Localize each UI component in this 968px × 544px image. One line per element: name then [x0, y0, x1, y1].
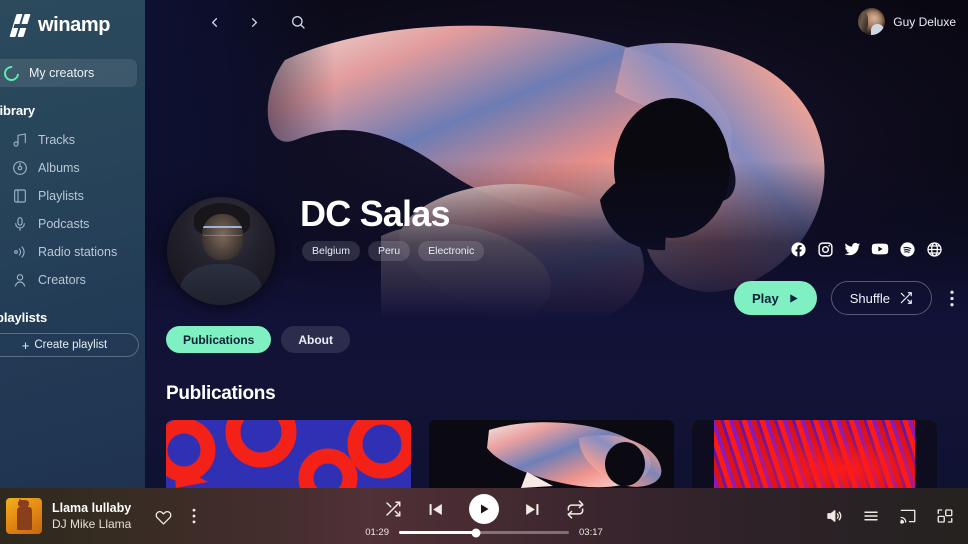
- disc-icon: [12, 160, 28, 176]
- previous-track-icon[interactable]: [426, 500, 445, 519]
- shuffle-icon: [900, 292, 912, 304]
- publication-card[interactable]: [429, 420, 674, 488]
- card-right-mask: [915, 420, 937, 488]
- publications-section: Publications About Publications: [145, 320, 968, 488]
- search-icon[interactable]: [285, 9, 311, 35]
- profile-tabs: Publications About: [166, 326, 350, 353]
- publication-card-artwork: [166, 420, 411, 488]
- progress-knob[interactable]: [471, 528, 480, 537]
- sidebar-heading-library: library: [0, 103, 36, 118]
- kebab-menu-icon[interactable]: [192, 508, 196, 524]
- left-sidebar: winamp My creators library Tracks Albums…: [0, 0, 145, 488]
- shuffle-button[interactable]: Shuffle: [830, 281, 932, 315]
- website-globe-icon[interactable]: [926, 241, 943, 258]
- sidebar-item-albums[interactable]: Albums: [0, 154, 145, 182]
- play-pause-button[interactable]: [468, 494, 499, 524]
- sidebar-item-tracks[interactable]: Tracks: [0, 126, 145, 154]
- sidebar-item-label: Albums: [38, 161, 80, 175]
- create-playlist-label: Create playlist: [34, 339, 108, 351]
- progress-fill: [399, 531, 476, 534]
- section-title: Publications: [166, 383, 276, 404]
- track-artist: DJ Mike Llama: [52, 517, 132, 531]
- artist-more-options-button[interactable]: [946, 288, 958, 309]
- next-track-icon[interactable]: [523, 500, 542, 519]
- winamp-lightning-icon: [9, 14, 33, 37]
- artist-action-buttons: Play Shuffle: [734, 281, 958, 315]
- publication-card[interactable]: [166, 420, 411, 488]
- artist-avatar-photo: [167, 197, 275, 305]
- artist-name-title: DC Salas: [300, 193, 450, 234]
- now-playing-info: Llama lullaby DJ Mike Llama: [6, 498, 236, 534]
- play-button-label: Play: [752, 290, 779, 306]
- person-icon: [12, 272, 28, 288]
- sidebar-item-label: Playlists: [38, 189, 84, 203]
- tab-publications[interactable]: Publications: [166, 326, 272, 353]
- play-button[interactable]: Play: [734, 281, 817, 315]
- podcast-mic-icon: [12, 216, 28, 232]
- repeat-icon[interactable]: [566, 499, 585, 519]
- queue-list-icon[interactable]: [862, 507, 880, 525]
- sidebar-item-creators[interactable]: Creators: [0, 266, 145, 294]
- playlist-icon: [12, 188, 28, 204]
- sidebar-item-label: Radio stations: [38, 245, 118, 259]
- forward-arrow-icon[interactable]: [241, 9, 267, 35]
- now-playing-player-bar: Llama lullaby DJ Mike Llama 01:29 03:17: [0, 488, 968, 544]
- winamp-app-window: Guy Deluxe DC Salas Belgium Peru Electro…: [0, 0, 968, 544]
- sidebar-heading-playlists: playlists: [0, 310, 48, 325]
- sidebar-item-playlists[interactable]: Playlists: [0, 182, 145, 210]
- back-arrow-icon[interactable]: [201, 9, 227, 35]
- facebook-icon[interactable]: [790, 241, 807, 258]
- winamp-wordmark: winamp: [38, 14, 111, 36]
- avatar: [858, 8, 886, 35]
- music-note-icon: [12, 132, 28, 148]
- publication-card-artwork: [429, 420, 674, 488]
- artist-tag[interactable]: Electronic: [418, 241, 485, 261]
- duration-time: 03:17: [579, 527, 603, 538]
- tab-about[interactable]: About: [281, 326, 350, 353]
- transport-buttons-row: [384, 494, 585, 524]
- instagram-icon[interactable]: [817, 241, 834, 258]
- artist-tag[interactable]: Belgium: [302, 241, 360, 261]
- sidebar-item-my-creators[interactable]: My creators: [0, 59, 137, 87]
- sidebar-item-radio-stations[interactable]: Radio stations: [0, 238, 145, 266]
- shuffle-button-label: Shuffle: [849, 290, 890, 306]
- artist-tag[interactable]: Peru: [367, 241, 411, 261]
- sidebar-item-label: Podcasts: [38, 217, 90, 231]
- publication-card-artwork: [692, 420, 937, 488]
- progress-slider[interactable]: [399, 528, 569, 537]
- playback-progress: 01:29 03:17: [365, 527, 603, 538]
- winamp-logo[interactable]: winamp: [0, 0, 145, 37]
- fullscreen-icon[interactable]: [936, 507, 954, 525]
- radio-waves-icon: [12, 244, 28, 260]
- card-left-mask: [692, 420, 714, 488]
- player-right-controls: [825, 507, 954, 525]
- publication-card-list: [166, 420, 937, 488]
- sidebar-item-podcasts[interactable]: Podcasts: [0, 210, 145, 238]
- creators-ring-icon: [0, 62, 23, 84]
- play-icon: [480, 504, 488, 514]
- volume-icon[interactable]: [825, 507, 843, 525]
- play-triangle-icon: [790, 293, 798, 303]
- elapsed-time: 01:29: [365, 527, 389, 538]
- shuffle-icon[interactable]: [384, 500, 402, 518]
- twitter-icon[interactable]: [844, 241, 861, 258]
- top-navigation-bar: [145, 0, 968, 44]
- create-playlist-button[interactable]: + Create playlist: [0, 333, 139, 357]
- social-links-row: [790, 240, 943, 258]
- track-title: Llama lullaby: [52, 501, 132, 515]
- cast-icon[interactable]: [899, 507, 917, 525]
- spotify-icon[interactable]: [899, 241, 916, 258]
- user-name-label: Guy Deluxe: [893, 14, 956, 29]
- sidebar-item-label: My creators: [29, 66, 95, 80]
- artist-tag-list: Belgium Peru Electronic: [302, 241, 485, 261]
- youtube-icon[interactable]: [871, 240, 889, 258]
- plus-icon: +: [21, 337, 30, 353]
- track-album-art: [6, 498, 42, 534]
- track-metadata: Llama lullaby DJ Mike Llama: [52, 501, 131, 531]
- heart-icon[interactable]: [155, 508, 172, 525]
- sidebar-item-label: Creators: [38, 273, 86, 287]
- user-profile-chip[interactable]: Guy Deluxe: [858, 8, 956, 35]
- publication-card[interactable]: [692, 420, 937, 488]
- sidebar-item-label: Tracks: [38, 133, 76, 147]
